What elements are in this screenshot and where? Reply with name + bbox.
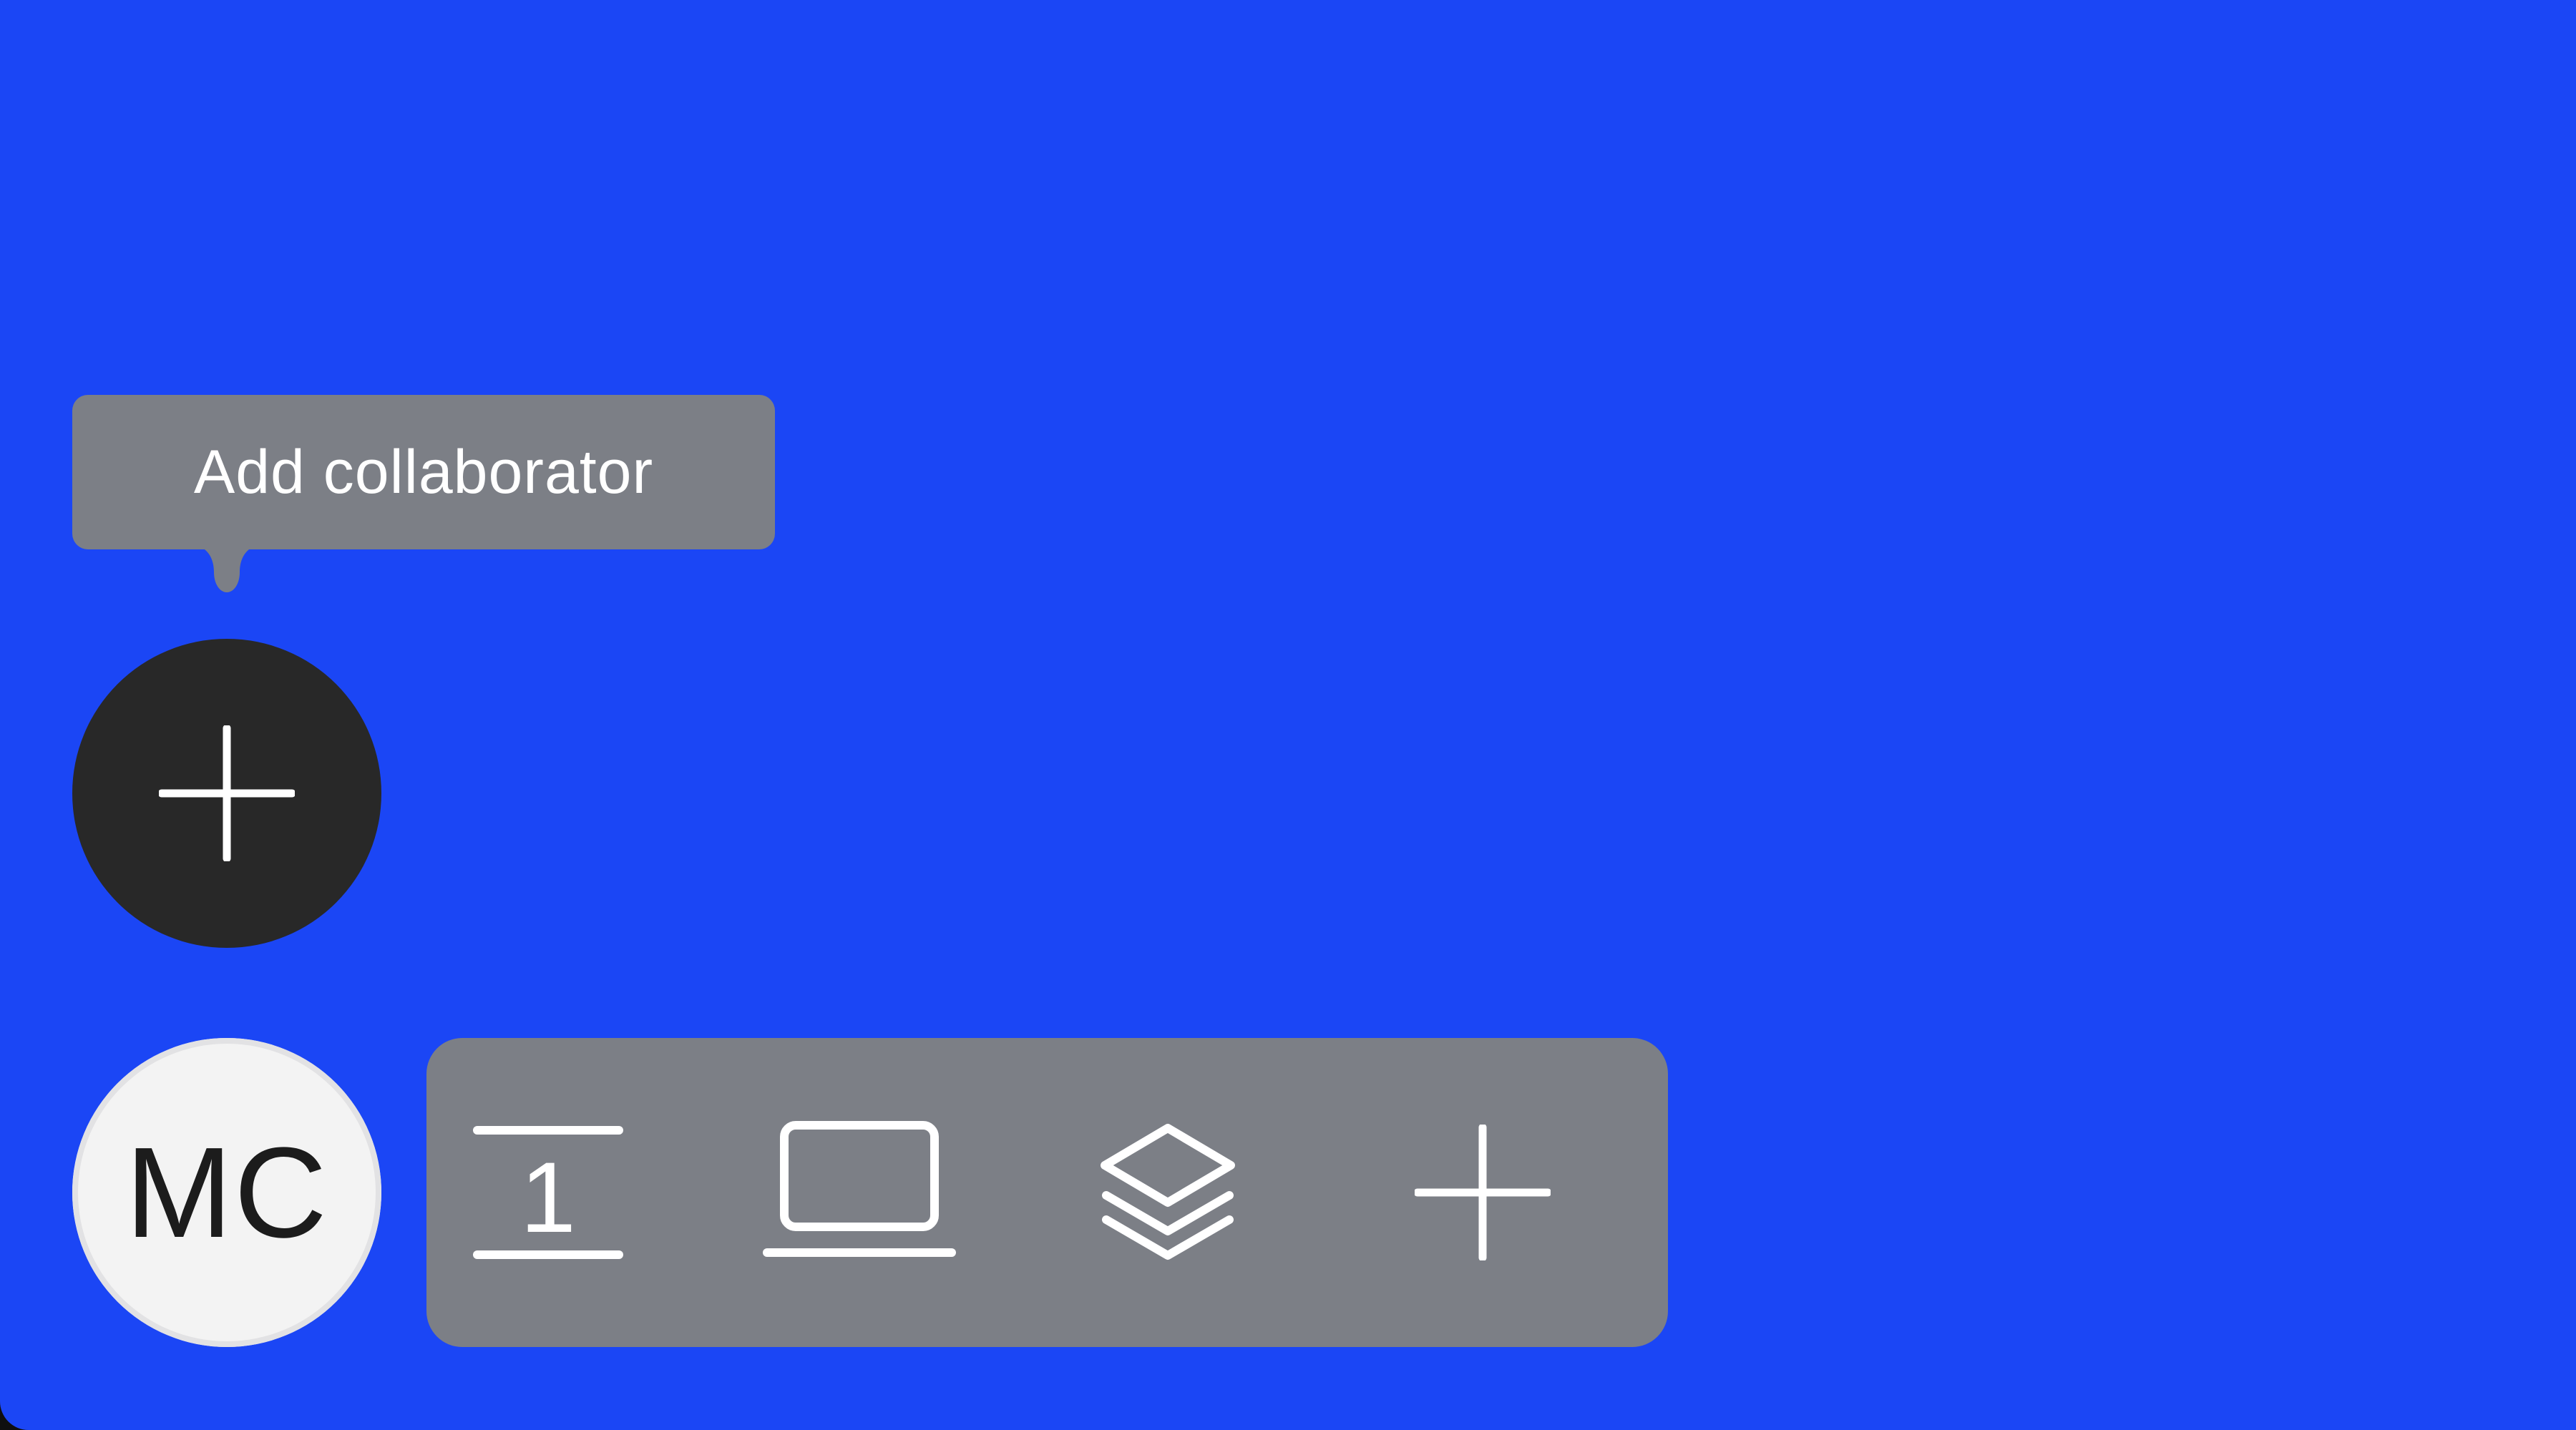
laptop-icon	[763, 1121, 956, 1257]
device-preview-button[interactable]	[738, 1038, 981, 1347]
tooltip-tail	[203, 548, 251, 592]
bottom-toolbar: 1	[426, 1038, 1668, 1347]
add-collaborator-button[interactable]	[72, 639, 381, 948]
layers-button[interactable]	[1046, 1038, 1289, 1347]
canvas: Add collaborator MC 1	[0, 0, 2576, 1430]
page-number-glyph: 1	[520, 1141, 576, 1253]
plus-icon	[1415, 1125, 1551, 1260]
layers-icon	[1101, 1124, 1235, 1260]
avatar-initials: MC	[125, 1120, 328, 1265]
add-collaborator-tooltip: Add collaborator	[72, 395, 775, 549]
add-button[interactable]	[1361, 1038, 1604, 1347]
page-number-button[interactable]: 1	[426, 1038, 670, 1347]
page-number-icon: 1	[473, 1126, 623, 1259]
tooltip-text: Add collaborator	[193, 437, 654, 506]
user-avatar[interactable]: MC	[72, 1038, 381, 1347]
plus-icon	[159, 725, 295, 861]
